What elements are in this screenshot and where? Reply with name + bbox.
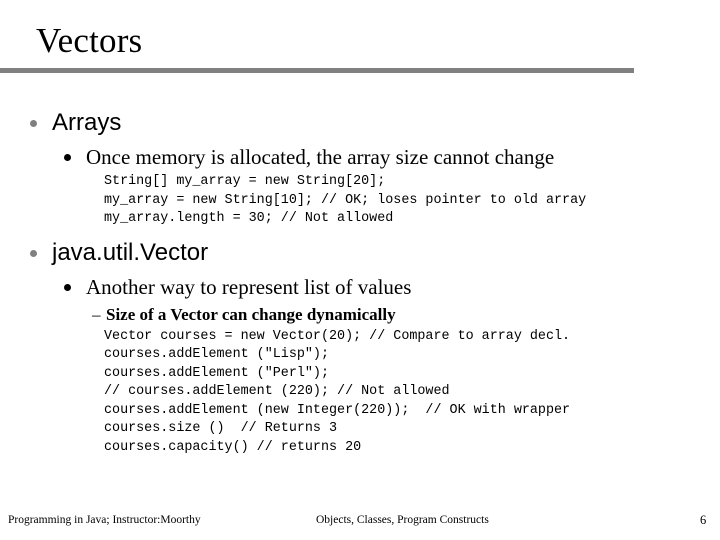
title-divider — [0, 68, 634, 73]
page-title: Vectors — [36, 21, 143, 60]
slide-body: Arrays Once memory is allocated, the arr… — [0, 108, 720, 457]
bullet-arrays: Arrays — [0, 108, 720, 138]
bullet-vector-subpoint: – Size of a Vector can change dynamicall… — [0, 304, 720, 326]
bullet-vector-subpoint-label: Size of a Vector can change dynamically — [106, 304, 396, 324]
bullet-marker-icon — [64, 283, 71, 291]
bullet-marker-icon — [30, 249, 37, 257]
code-block-vector: Vector courses = new Vector(20); // Comp… — [104, 328, 571, 455]
footer-center-text: Objects, Classes, Program Constructs — [316, 514, 489, 526]
bullet-arrays-point: Once memory is allocated, the array size… — [0, 144, 720, 171]
footer-left-text: Programming in Java; Instructor:Moorthy — [8, 514, 201, 526]
bullet-vector-point-label: Another way to represent list of values — [86, 274, 412, 299]
dash-marker-icon: – — [92, 304, 101, 324]
footer-page-number: 6 — [700, 513, 707, 527]
bullet-vector-point: Another way to represent list of values — [0, 274, 720, 301]
slide: Vectors Arrays Once memory is allocated,… — [0, 0, 720, 540]
bullet-arrays-point-label: Once memory is allocated, the array size… — [86, 145, 555, 169]
bullet-marker-icon — [30, 120, 37, 127]
footer: Programming in Java; Instructor:Moorthy … — [0, 512, 720, 534]
bullet-java-util-vector-label: java.util.Vector — [52, 238, 209, 266]
bullet-marker-icon — [64, 154, 71, 161]
bullet-arrays-label: Arrays — [52, 109, 122, 136]
code-block-arrays: String[] my_array = new String[20]; my_a… — [104, 174, 587, 226]
bullet-java-util-vector: java.util.Vector — [0, 238, 720, 268]
